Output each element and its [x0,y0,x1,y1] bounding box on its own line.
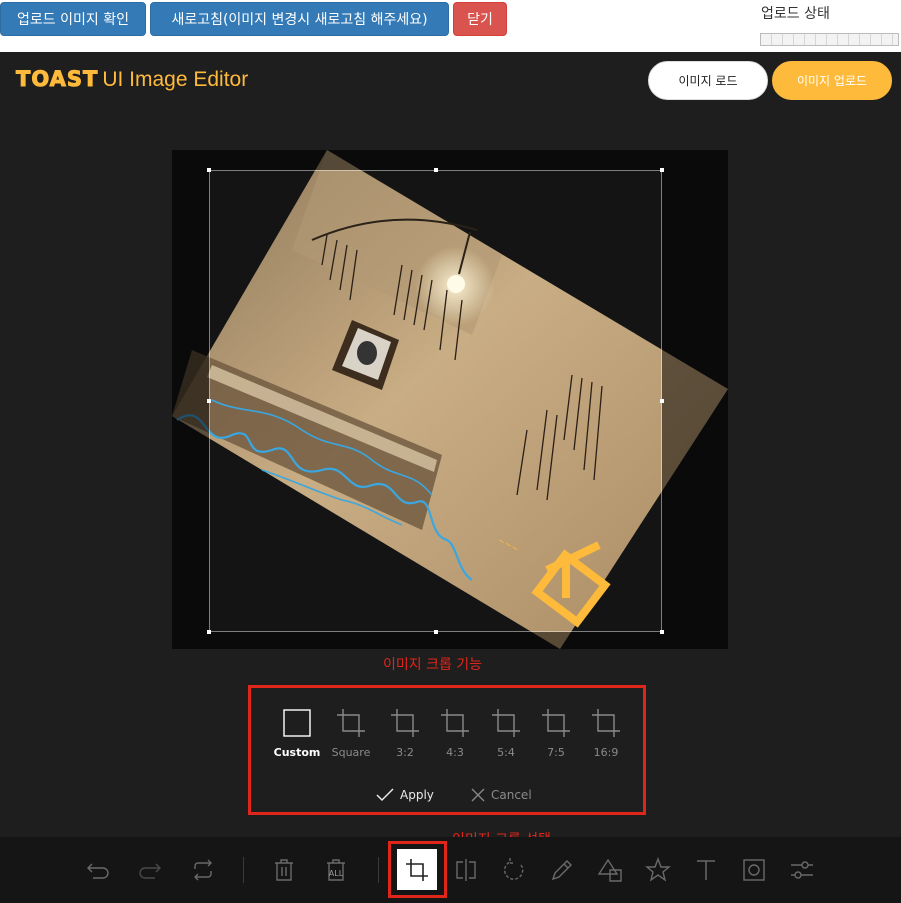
cancel-button[interactable]: Cancel [471,788,532,802]
editor-canvas[interactable]: ~~~ [172,150,728,649]
crop-preset-label: Custom [273,746,321,759]
crop-preset-7-5[interactable]: 7:5 [530,708,582,759]
crop-preset-label: 3:2 [396,746,414,759]
crop-preset-4-3[interactable]: 4:3 [429,708,481,759]
delete-button[interactable] [266,852,302,888]
crop-icon [592,709,620,737]
crop-preset-label: Square [331,746,371,759]
crop-shade-bottom [209,632,662,649]
delete-all-icon: ALL [327,859,345,881]
editor-logo: TOAST UI Image Editor [15,67,249,93]
logo-brand: TOAST [15,67,99,92]
top-bar: 업로드 이미지 확인 새로고침(이미지 변경시 새로고침 해주세요) 닫기 업로… [0,0,901,52]
shape-icon [597,858,622,882]
crop-tool-button[interactable] [397,849,437,890]
crop-icon [492,709,520,737]
crop-icon [441,709,469,737]
cancel-label: Cancel [491,788,532,802]
delete-all-text: ALL [329,869,344,878]
rotate-icon [503,858,524,880]
crop-preset-label: 4:3 [446,746,464,759]
check-icon [376,788,394,802]
crop-preset-3-2[interactable]: 3:2 [379,708,431,759]
close-icon [471,788,485,802]
logo-title: UI Image Editor [102,68,249,91]
reset-icon [194,859,212,881]
crop-handle-bottom[interactable] [434,630,438,634]
crop-handle-bl[interactable] [207,630,211,634]
crop-preset-custom[interactable]: Custom [271,708,323,759]
crop-handle-tl[interactable] [207,168,211,172]
crop-icon [542,709,570,737]
crop-handle-left[interactable] [207,399,211,403]
crop-selection-box[interactable] [209,170,662,632]
crop-shade-left [172,150,209,649]
redo-button[interactable] [132,852,168,888]
icon-icon [645,857,671,882]
upload-image-button[interactable]: 이미지 업로드 [772,61,892,100]
filter-button[interactable] [784,852,820,888]
mask-button[interactable] [736,852,772,888]
crop-preset-label: 7:5 [547,746,565,759]
crop-handle-top[interactable] [434,168,438,172]
crop-feature-annotation: 이미지 크롭 기능 [383,657,483,673]
crop-shade-top [209,150,662,170]
toolbar-divider [243,857,244,883]
crop-handle-br[interactable] [660,630,664,634]
toolbar-divider [378,857,379,883]
crop-handle-tr[interactable] [660,168,664,172]
delete-icon [275,859,293,881]
reset-button[interactable] [185,852,221,888]
draw-icon [551,860,572,881]
crop-preset-square[interactable]: Square [325,708,377,759]
text-icon [697,860,715,880]
apply-button[interactable]: Apply [376,788,434,802]
crop-preset-label: 5:4 [497,746,515,759]
upload-progress-bar [760,33,899,46]
flip-icon [456,859,476,881]
refresh-button[interactable]: 새로고침(이미지 변경시 새로고침 해주세요) [150,2,449,36]
crop-icon [391,709,419,737]
bottom-toolbar: ALL [0,837,901,903]
crop-preset-5-4[interactable]: 5:4 [480,708,532,759]
rotate-button[interactable] [496,852,532,888]
mask-icon [743,859,765,881]
flip-button[interactable] [448,852,484,888]
delete-all-button[interactable]: ALL [318,852,354,888]
undo-icon [87,863,109,879]
upload-status-label: 업로드 상태 [761,6,830,22]
apply-label: Apply [400,788,434,802]
image-editor: TOAST UI Image Editor 이미지 로드 이미지 업로드 ~~~… [0,52,901,903]
filter-icon [791,861,813,879]
close-button[interactable]: 닫기 [453,2,507,36]
confirm-upload-button[interactable]: 업로드 이미지 확인 [0,2,146,36]
square-icon [283,709,311,737]
crop-handle-right[interactable] [660,399,664,403]
crop-icon [337,709,365,737]
crop-submenu: Custom Square 3:2 4:3 5:4 7:5 16:9 Apply… [248,685,646,815]
icon-button[interactable] [640,852,676,888]
draw-button[interactable] [544,852,580,888]
text-button[interactable] [688,852,724,888]
crop-icon [406,858,428,881]
crop-shade-right [662,150,728,649]
load-image-button[interactable]: 이미지 로드 [648,61,768,100]
undo-button[interactable] [80,852,116,888]
shape-button[interactable] [592,852,628,888]
redo-icon [139,863,161,879]
crop-preset-16-9[interactable]: 16:9 [580,708,632,759]
crop-preset-label: 16:9 [593,746,619,759]
